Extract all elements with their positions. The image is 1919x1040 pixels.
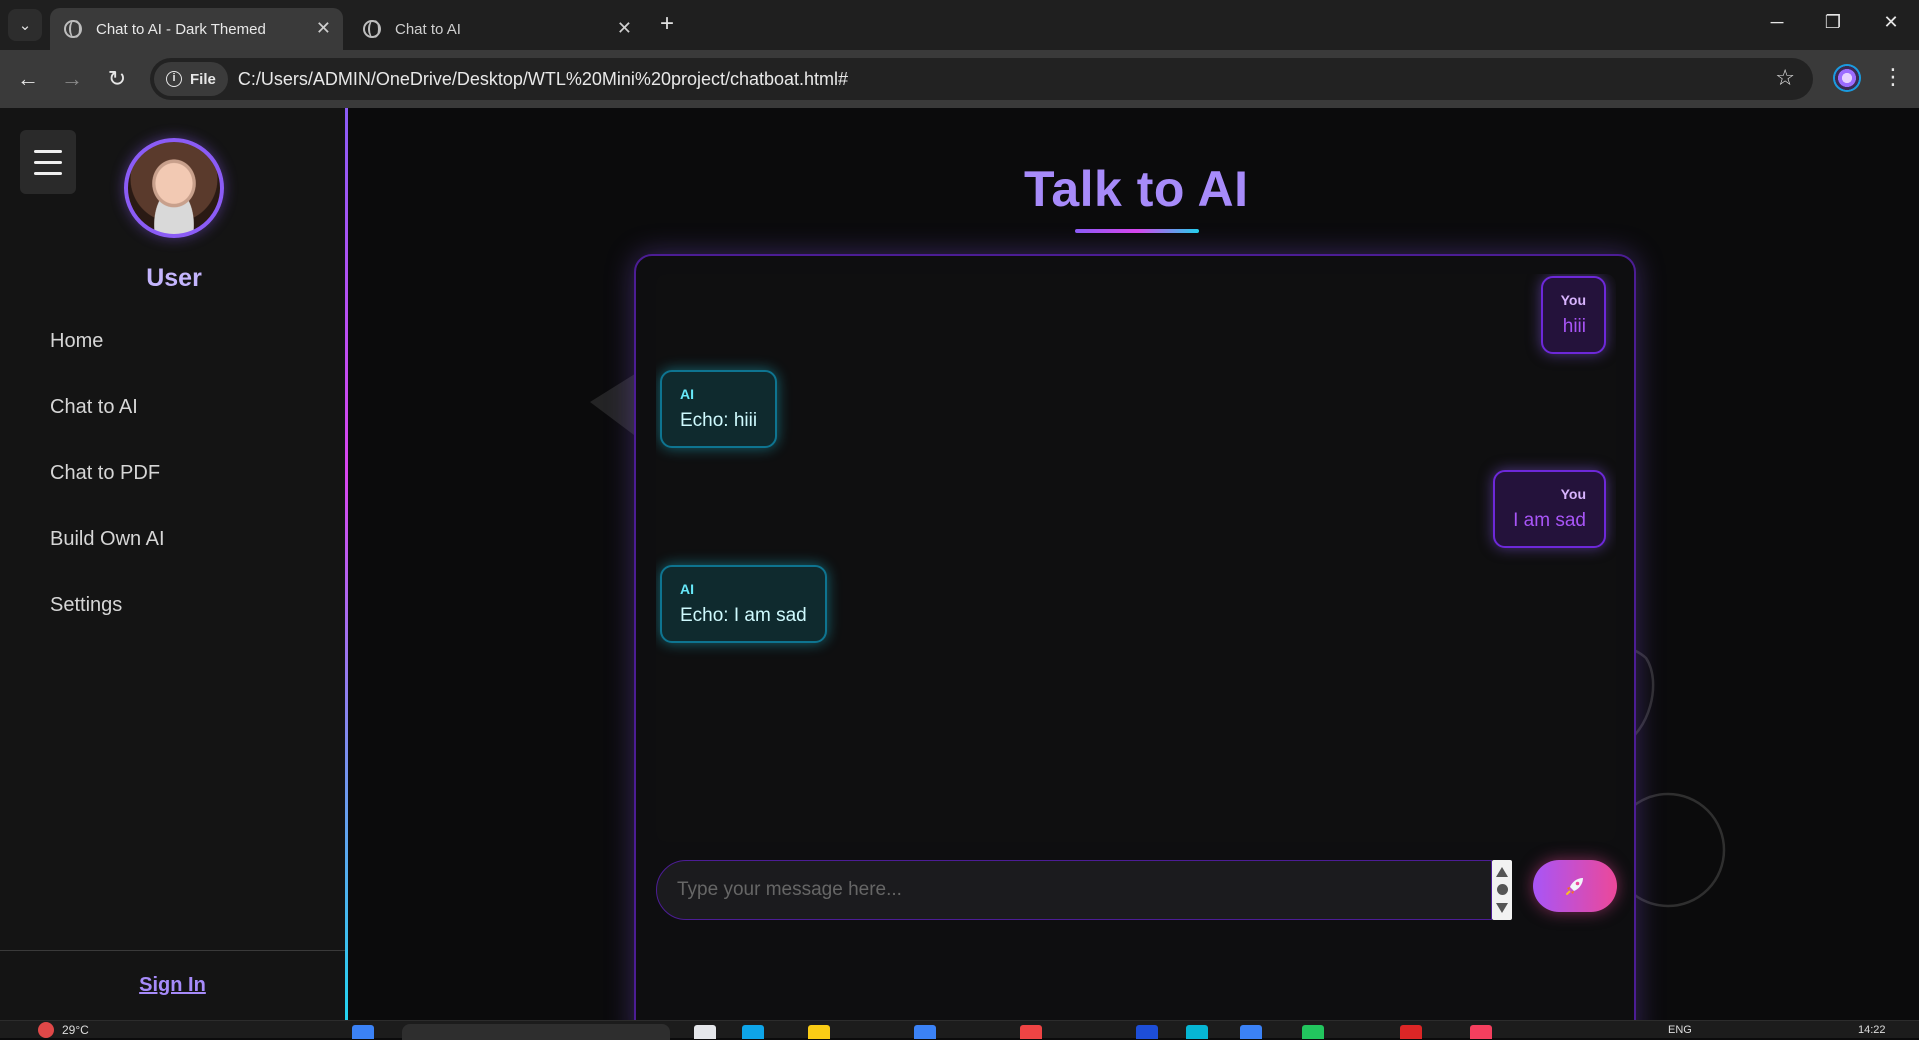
app-icon[interactable] bbox=[1186, 1025, 1208, 1039]
globe-icon bbox=[64, 20, 82, 38]
page: User Home Chat to AI Chat to PDF Build O… bbox=[0, 108, 1919, 1020]
tab-title: Chat to AI - Dark Themed bbox=[96, 20, 266, 38]
info-icon: i bbox=[166, 71, 182, 87]
sidebar: User Home Chat to AI Chat to PDF Build O… bbox=[0, 108, 348, 1020]
clock[interactable]: 14:22 bbox=[1858, 1024, 1886, 1036]
message-ai: AI Echo: hiii bbox=[660, 370, 778, 448]
message-input[interactable] bbox=[656, 860, 1492, 920]
globe-icon bbox=[363, 20, 381, 38]
browser-menu-icon[interactable]: ⋮ bbox=[1882, 64, 1904, 90]
os-taskbar: 29°C ENG 14:22 bbox=[0, 1020, 1919, 1040]
sidebar-nav: Home Chat to AI Chat to PDF Build Own AI… bbox=[50, 330, 165, 660]
message-sender: AI bbox=[680, 581, 694, 597]
message-text: Echo: I am sad bbox=[680, 605, 807, 626]
weather-icon[interactable] bbox=[38, 1022, 54, 1038]
sidebar-item-build-own-ai[interactable]: Build Own AI bbox=[50, 528, 165, 594]
app-icon[interactable] bbox=[1136, 1025, 1158, 1039]
url-text[interactable]: C:/Users/ADMIN/OneDrive/Desktop/WTL%20Mi… bbox=[238, 69, 848, 90]
tab-search-button[interactable]: ⌄ bbox=[8, 9, 42, 41]
sidebar-footer: Sign In bbox=[0, 950, 345, 1020]
message-sender: You bbox=[1560, 486, 1586, 502]
app-icon[interactable] bbox=[1020, 1025, 1042, 1039]
send-button[interactable] bbox=[1533, 860, 1617, 912]
message-sender: You bbox=[1560, 292, 1586, 308]
app-icon[interactable] bbox=[742, 1025, 764, 1039]
input-spinner[interactable] bbox=[1492, 860, 1512, 920]
app-icon[interactable] bbox=[808, 1025, 830, 1039]
site-info-chip[interactable]: i File bbox=[154, 62, 228, 96]
reload-icon[interactable]: ↻ bbox=[103, 66, 131, 92]
user-name: User bbox=[146, 264, 202, 292]
new-tab-button[interactable]: + bbox=[652, 10, 682, 40]
message-user: You I am sad bbox=[1493, 470, 1606, 548]
message-user: You hiii bbox=[1540, 276, 1606, 354]
tab-chat[interactable]: Chat to AI ✕ bbox=[349, 8, 644, 50]
back-icon[interactable]: ← bbox=[14, 66, 42, 92]
spinner-up-icon[interactable] bbox=[1496, 866, 1508, 877]
chat-messages[interactable]: You hiii AI Echo: hiii You I am sad AI E… bbox=[656, 274, 1616, 842]
start-icon[interactable] bbox=[352, 1025, 374, 1039]
weather-temp: 29°C bbox=[62, 1023, 89, 1037]
sidebar-item-chat-to-pdf[interactable]: Chat to PDF bbox=[50, 462, 165, 528]
browser-toolbar: ← → ↻ i File C:/Users/ADMIN/OneDrive/Des… bbox=[0, 50, 1919, 108]
app-icon[interactable] bbox=[1470, 1025, 1492, 1039]
restore-icon[interactable]: ❐ bbox=[1818, 12, 1848, 33]
close-tab-icon[interactable]: ✕ bbox=[316, 18, 331, 39]
chrome-icon[interactable] bbox=[1400, 1025, 1422, 1039]
app-icon[interactable] bbox=[1240, 1025, 1262, 1039]
sidebar-item-chat-to-ai[interactable]: Chat to AI bbox=[50, 396, 165, 462]
page-title: Talk to AI bbox=[1024, 161, 1249, 217]
close-tab-icon[interactable]: ✕ bbox=[617, 18, 632, 39]
tab-chat-dark[interactable]: Chat to AI - Dark Themed ✕ bbox=[50, 8, 343, 50]
message-text: I am sad bbox=[1513, 510, 1586, 531]
window-close-icon[interactable]: ✕ bbox=[1876, 12, 1906, 33]
composer bbox=[656, 860, 1617, 920]
user-avatar[interactable] bbox=[124, 138, 224, 238]
profile-avatar[interactable] bbox=[1833, 64, 1861, 92]
forward-icon[interactable]: → bbox=[58, 66, 86, 92]
minimize-icon[interactable]: ─ bbox=[1762, 12, 1792, 33]
rocket-icon bbox=[1566, 878, 1583, 895]
tab-title: Chat to AI bbox=[395, 20, 461, 38]
address-bar[interactable]: i File C:/Users/ADMIN/OneDrive/Desktop/W… bbox=[150, 58, 1813, 100]
app-icon[interactable] bbox=[1302, 1025, 1324, 1039]
title-underline bbox=[1075, 229, 1199, 233]
spinner-dot-icon bbox=[1496, 884, 1508, 896]
sidebar-item-settings[interactable]: Settings bbox=[50, 594, 165, 660]
message-sender: AI bbox=[680, 386, 694, 402]
hamburger-menu-icon[interactable] bbox=[20, 130, 76, 194]
sidebar-item-home[interactable]: Home bbox=[50, 330, 165, 396]
chat-container: You hiii AI Echo: hiii You I am sad AI E… bbox=[634, 254, 1636, 1020]
taskview-icon[interactable] bbox=[694, 1025, 716, 1039]
browser-tab-bar: ⌄ Chat to AI - Dark Themed ✕ Chat to AI … bbox=[0, 0, 1919, 50]
spinner-down-icon[interactable] bbox=[1496, 903, 1508, 914]
app-icon[interactable] bbox=[914, 1025, 936, 1039]
sign-in-link[interactable]: Sign In bbox=[139, 974, 206, 997]
message-text: hiii bbox=[1562, 316, 1586, 337]
message-text: Echo: hiii bbox=[680, 410, 758, 431]
bookmark-star-icon[interactable]: ☆ bbox=[1775, 65, 1795, 91]
message-ai: AI Echo: I am sad bbox=[660, 565, 827, 643]
language-indicator[interactable]: ENG bbox=[1668, 1024, 1692, 1036]
